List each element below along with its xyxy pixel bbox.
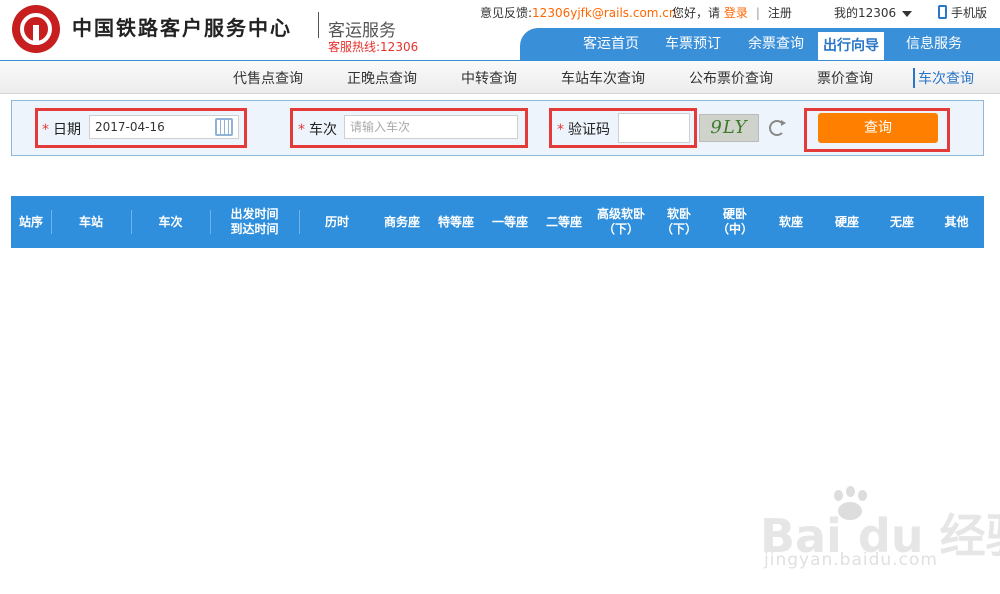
calendar-icon[interactable] xyxy=(215,118,233,136)
date-label: * 日期 xyxy=(42,119,81,139)
refresh-icon[interactable] xyxy=(769,120,786,136)
th-dep-arr-time: 出发时间 到达时间 xyxy=(230,207,279,236)
my-account-label: 我的12306 xyxy=(834,6,897,20)
baidu-watermark: Bai du 经验 jingyan.baidu.com xyxy=(740,480,1000,580)
subnav-station-train[interactable]: 车站车次查询 xyxy=(561,68,645,88)
th-first: 一等座 xyxy=(491,214,528,229)
captcha-label: * 验证码 xyxy=(557,119,610,139)
nav-item-travel-guide[interactable]: 出行向导 xyxy=(818,32,884,60)
train-label: * 车次 xyxy=(298,119,337,139)
chevron-down-icon xyxy=(902,10,913,17)
main-nav: 客运首页 车票预订 余票查询 出行向导 信息服务 xyxy=(520,28,1000,60)
th-soft-sleeper: 软卧 （下） xyxy=(660,207,697,236)
greeting: 您好，请 登录 | 注册 xyxy=(672,4,792,21)
required-mark: * xyxy=(557,122,564,138)
captcha-image[interactable]: 9LY xyxy=(699,114,759,142)
page: 中国铁路客户服务中心 客运服务 客服热线:12306 意见反馈:12306yjf… xyxy=(0,0,1000,594)
th-business: 商务座 xyxy=(383,214,420,229)
nav-item-home[interactable]: 客运首页 xyxy=(574,28,648,60)
greeting-text: 您好，请 xyxy=(672,6,721,20)
result-table-header: 站序 车站 车次 出发时间 到达时间 历时 商务座 特等座 一等座 二等座 高级… xyxy=(11,196,984,248)
phone-icon xyxy=(938,5,947,19)
th-station: 车站 xyxy=(78,214,103,229)
logo-bar xyxy=(33,25,39,45)
th-hard-seat: 硬座 xyxy=(834,214,859,229)
th-special: 特等座 xyxy=(437,214,474,229)
hotline: 客服热线:12306 xyxy=(328,40,419,54)
date-label-text: 日期 xyxy=(53,122,81,138)
feedback-email-link[interactable]: 12306yjfk@rails.com.cn xyxy=(532,6,676,20)
th-seq: 站序 xyxy=(18,214,43,229)
header-divider xyxy=(318,12,319,38)
subnav-delay[interactable]: 正晚点查询 xyxy=(347,68,417,88)
captcha-label-text: 验证码 xyxy=(568,122,610,138)
mobile-link[interactable]: 手机版 xyxy=(938,4,987,21)
sub-nav: 代售点查询 正晚点查询 中转查询 车站车次查询 公布票价查询 票价查询 车次查询 xyxy=(0,60,1000,94)
my-account-menu[interactable]: 我的12306 xyxy=(834,4,913,21)
login-link[interactable]: 登录 xyxy=(724,6,748,20)
th-other: 其他 xyxy=(944,214,969,229)
header: 中国铁路客户服务中心 客运服务 客服热线:12306 意见反馈:12306yjf… xyxy=(0,0,1000,60)
register-link[interactable]: 注册 xyxy=(768,6,792,20)
feedback: 意见反馈:12306yjfk@rails.com.cn xyxy=(480,4,677,21)
th-soft-seat: 软座 xyxy=(778,214,803,229)
subnav-train-query[interactable]: 车次查询 xyxy=(913,68,974,88)
train-input[interactable]: 请输入车次 xyxy=(344,115,518,139)
th-no-seat: 无座 xyxy=(889,214,914,229)
watermark-url: jingyan.baidu.com xyxy=(764,550,938,570)
train-label-text: 车次 xyxy=(309,122,337,138)
nav-item-booking[interactable]: 车票预订 xyxy=(656,28,730,60)
th-hard-sleeper: 硬卧 （中） xyxy=(716,207,753,236)
captcha-input[interactable] xyxy=(618,113,690,143)
th-second: 二等座 xyxy=(545,214,582,229)
feedback-label: 意见反馈: xyxy=(480,6,533,20)
link-separator: | xyxy=(755,6,760,20)
th-train: 车次 xyxy=(158,214,183,229)
required-mark: * xyxy=(42,122,49,138)
nav-item-remaining[interactable]: 余票查询 xyxy=(736,28,816,60)
subnav-agency[interactable]: 代售点查询 xyxy=(233,68,303,88)
railway-logo-icon[interactable] xyxy=(12,5,60,53)
mobile-label: 手机版 xyxy=(951,6,988,20)
query-button[interactable]: 查询 xyxy=(818,113,938,143)
th-deluxe-sleeper: 高级软卧 （下） xyxy=(596,207,645,236)
th-duration: 历时 xyxy=(324,214,349,229)
org-name: 中国铁路客户服务中心 xyxy=(72,16,292,40)
subnav-transfer[interactable]: 中转查询 xyxy=(461,68,517,88)
subnav-fare[interactable]: 票价查询 xyxy=(817,68,873,88)
nav-item-info[interactable]: 信息服务 xyxy=(894,28,974,60)
subnav-public-fare[interactable]: 公布票价查询 xyxy=(689,68,773,88)
required-mark: * xyxy=(298,122,305,138)
